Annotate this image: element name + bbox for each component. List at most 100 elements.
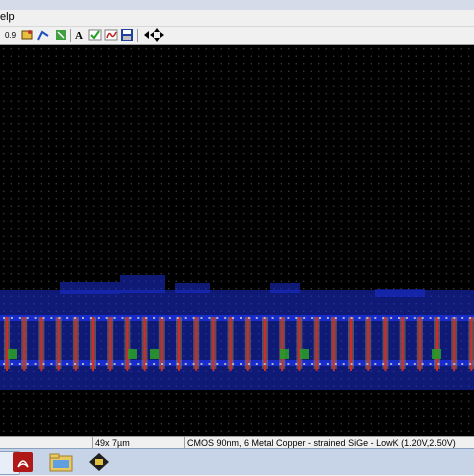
contact	[58, 363, 61, 365]
poly-gate	[6, 317, 8, 371]
contact	[382, 317, 385, 319]
contact	[34, 363, 37, 365]
poly-gate	[246, 317, 249, 371]
contact	[121, 317, 124, 319]
poly-gate	[315, 317, 318, 371]
contact	[350, 317, 353, 319]
contact	[113, 317, 116, 319]
pan-icon[interactable]	[150, 28, 164, 42]
contact	[382, 363, 385, 365]
contact	[42, 317, 45, 319]
contact	[97, 317, 100, 319]
contact	[295, 317, 298, 319]
metal-region	[60, 282, 120, 294]
contact	[342, 317, 345, 319]
contact	[34, 317, 37, 319]
text-icon[interactable]: A	[73, 28, 87, 42]
cursor-icon[interactable]	[54, 28, 68, 42]
contact	[97, 363, 100, 365]
contact	[240, 363, 242, 365]
contact	[366, 317, 369, 319]
layout-editor-icon[interactable]	[86, 451, 112, 473]
contact	[271, 363, 274, 365]
status-technology: CMOS 90nm, 6 Metal Copper - strained SiG…	[187, 438, 456, 448]
contact	[453, 317, 456, 319]
poly-gate	[160, 317, 163, 371]
contact	[469, 317, 472, 319]
poly-gate	[281, 317, 284, 371]
metal-region	[120, 275, 165, 293]
poly-gate	[23, 317, 26, 371]
contact	[358, 363, 361, 365]
poly-gate	[384, 317, 387, 371]
metal-region	[175, 283, 210, 293]
contact	[263, 317, 266, 319]
contact	[287, 363, 290, 365]
poly-gate	[264, 317, 266, 371]
contact	[247, 317, 250, 319]
contact	[334, 363, 337, 365]
compile-icon[interactable]	[104, 28, 118, 42]
contact	[200, 317, 203, 319]
contact	[437, 363, 440, 365]
contact	[208, 363, 211, 365]
contact	[26, 317, 29, 319]
contact	[263, 363, 266, 365]
contact	[129, 317, 132, 319]
poly-gate	[229, 317, 232, 371]
route-icon[interactable]	[36, 28, 50, 42]
menu-help[interactable]: elp	[0, 11, 15, 23]
contact	[161, 317, 163, 319]
check-icon[interactable]	[88, 28, 102, 42]
contact	[113, 363, 116, 365]
layout-canvas[interactable]	[0, 45, 474, 436]
contact	[145, 363, 148, 365]
contact	[137, 317, 140, 319]
contact	[3, 317, 5, 319]
poly-gate	[143, 317, 146, 371]
contact	[421, 317, 424, 319]
contact	[74, 317, 77, 319]
folder-icon[interactable]	[48, 451, 74, 473]
contact	[3, 363, 5, 365]
pdf-reader-icon[interactable]	[10, 451, 36, 473]
toolbar-separator	[137, 29, 138, 42]
contact	[350, 363, 353, 365]
contact	[153, 317, 156, 319]
svg-text:A: A	[75, 30, 83, 42]
contact	[192, 363, 195, 365]
contact	[295, 363, 298, 365]
grid-icon[interactable]: 0.9	[4, 28, 18, 42]
contact	[437, 317, 440, 319]
contact	[224, 363, 227, 365]
contact	[390, 317, 393, 319]
poly-gate	[367, 317, 370, 371]
contact	[105, 363, 108, 365]
toolbar: 0.9 A	[0, 27, 474, 45]
diffusion-block	[280, 349, 289, 359]
contact	[445, 363, 448, 365]
svg-text:0.9: 0.9	[5, 31, 17, 40]
contact	[469, 363, 472, 365]
contact	[271, 317, 274, 319]
contact	[342, 363, 345, 365]
contact	[184, 317, 187, 319]
contact	[461, 317, 464, 319]
metal-region	[270, 283, 300, 293]
contact	[429, 363, 432, 365]
contact	[398, 317, 400, 319]
contact	[18, 363, 21, 365]
contact	[137, 363, 140, 365]
save-icon[interactable]	[120, 28, 134, 42]
contact	[66, 317, 69, 319]
contact	[26, 363, 29, 365]
contact	[168, 363, 171, 365]
poly-gate	[401, 317, 404, 371]
diffusion-block	[432, 349, 441, 359]
contact	[10, 363, 13, 365]
contact	[129, 363, 132, 365]
contact	[413, 363, 416, 365]
poly-gate	[418, 317, 421, 371]
contact	[279, 317, 282, 319]
properties-icon[interactable]	[20, 28, 34, 42]
